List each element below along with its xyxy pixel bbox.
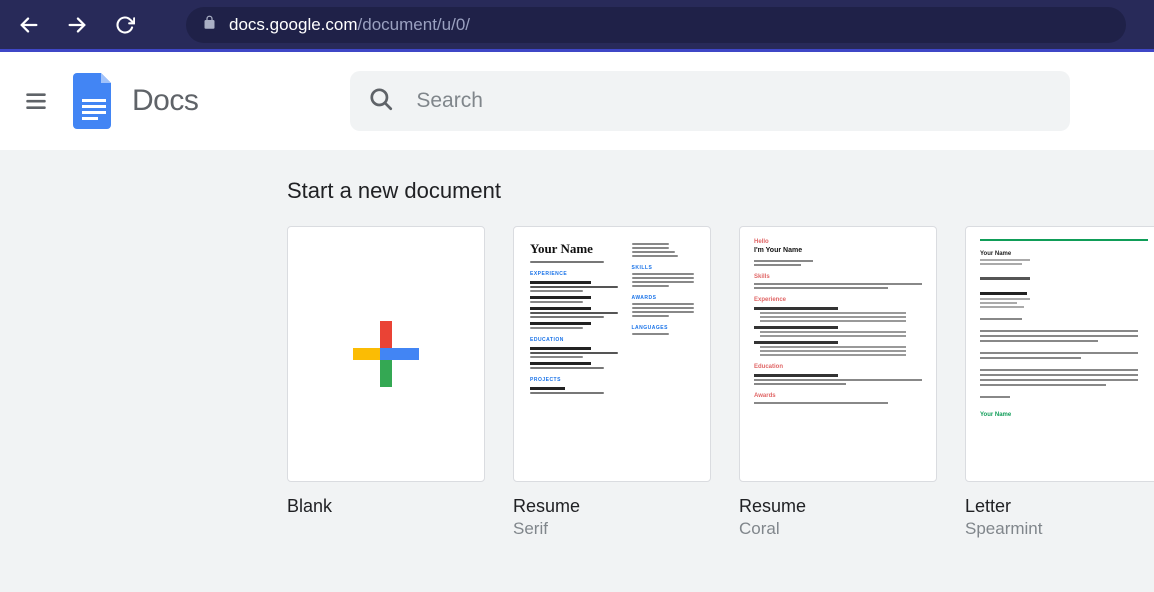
- template-cards-row: Blank Your Name Experience: [287, 226, 1137, 539]
- template-card-resume-serif[interactable]: Your Name Experience Education: [513, 226, 711, 539]
- reload-button[interactable]: [108, 8, 142, 42]
- address-bar[interactable]: docs.google.com/document/u/0/: [186, 7, 1126, 43]
- template-title: Resume: [739, 496, 937, 517]
- template-thumb-letter-spearmint: Your Name: [965, 226, 1154, 482]
- docs-logo-icon[interactable]: [72, 72, 116, 130]
- url-path: /document/u/0/: [358, 15, 470, 34]
- url-text: docs.google.com/document/u/0/: [229, 15, 470, 35]
- template-subtitle: Coral: [739, 519, 937, 539]
- search-icon: [368, 86, 394, 117]
- search-input[interactable]: [416, 89, 1052, 113]
- template-title: Resume: [513, 496, 711, 517]
- app-title: Docs: [132, 84, 198, 118]
- search-bar[interactable]: [350, 71, 1070, 131]
- template-thumb-blank: [287, 226, 485, 482]
- template-thumb-resume-serif: Your Name Experience Education: [513, 226, 711, 482]
- template-gallery: Start a new document Blank: [0, 150, 1154, 592]
- lock-icon: [202, 15, 217, 35]
- main-menu-button[interactable]: [12, 77, 60, 125]
- url-host: docs.google.com: [229, 15, 358, 34]
- app-header: Docs: [0, 52, 1154, 150]
- template-title: Letter: [965, 496, 1154, 517]
- template-subtitle: Spearmint: [965, 519, 1154, 539]
- template-card-letter-spearmint[interactable]: Your Name: [965, 226, 1154, 539]
- template-thumb-resume-coral: Hello I'm Your Name Skills Experience: [739, 226, 937, 482]
- plus-icon: [288, 227, 484, 481]
- template-card-blank[interactable]: Blank: [287, 226, 485, 539]
- template-subtitle: Serif: [513, 519, 711, 539]
- forward-button[interactable]: [60, 8, 94, 42]
- section-title: Start a new document: [287, 178, 1137, 204]
- template-title: Blank: [287, 496, 485, 517]
- browser-toolbar: docs.google.com/document/u/0/: [0, 0, 1154, 52]
- back-button[interactable]: [12, 8, 46, 42]
- template-card-resume-coral[interactable]: Hello I'm Your Name Skills Experience: [739, 226, 937, 539]
